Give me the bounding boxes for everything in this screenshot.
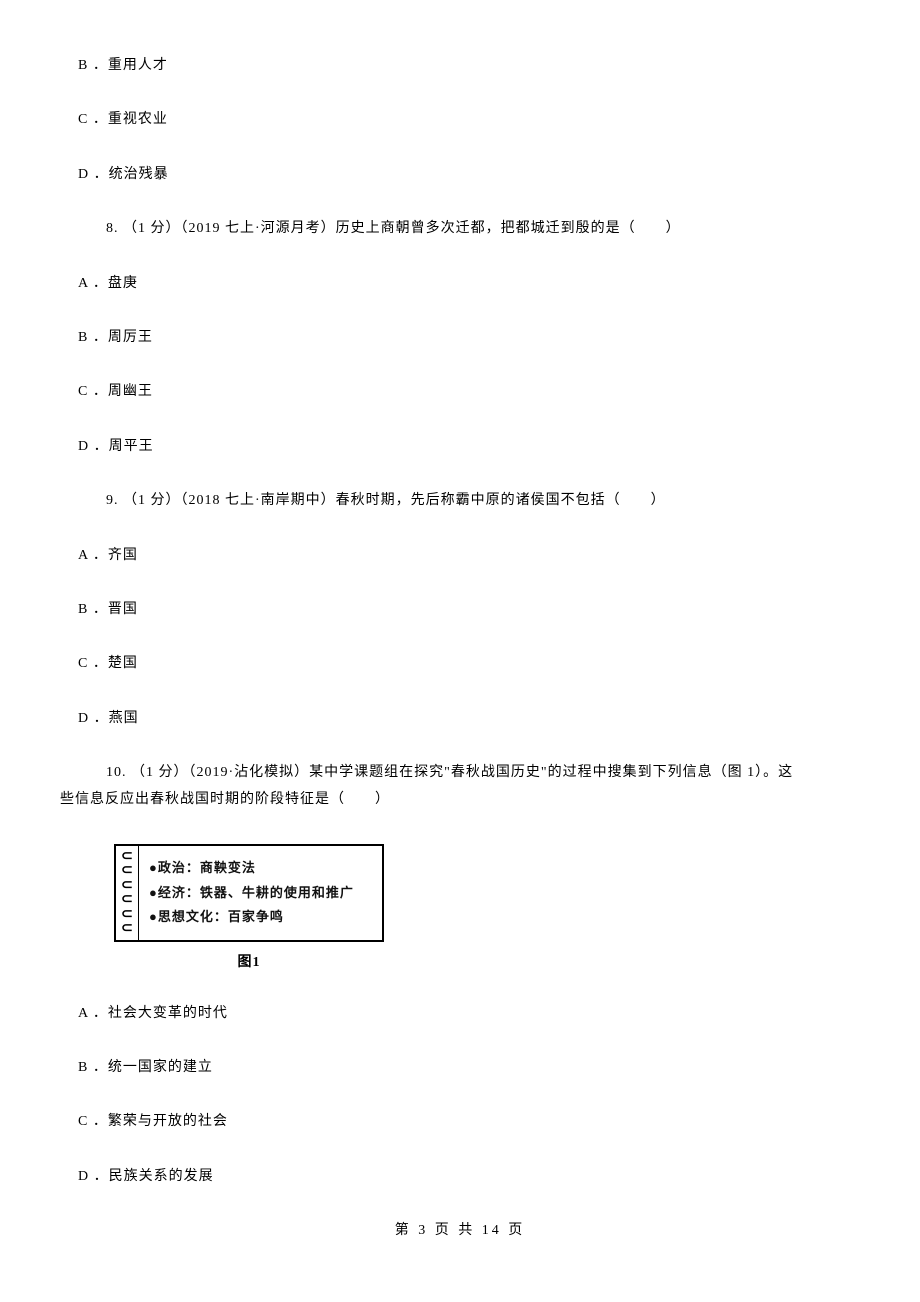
q8-option-d: D ．周平王 xyxy=(60,436,860,458)
q7-option-b: B ．重用人才 xyxy=(60,55,860,77)
notebook-content: ●政治：商鞅变法 ●经济：铁器、牛耕的使用和推广 ●思想文化：百家争鸣 xyxy=(139,846,382,940)
q9-option-c: C ．楚国 xyxy=(60,653,860,675)
ring-icon: ⊂ xyxy=(116,864,138,878)
q8-option-c: C ．周幽王 xyxy=(60,381,860,403)
q8-text: 8. （1 分）（2019 七上·河源月考）历史上商朝曾多次迁都，把都城迁到殷的… xyxy=(60,218,860,240)
q8-option-a: A ．盘庚 xyxy=(60,273,860,295)
ring-icon: ⊂ xyxy=(116,850,138,864)
figure-caption: 图1 xyxy=(114,952,384,974)
q10-text-line1: 10. （1 分）（2019·沾化模拟）某中学课题组在探究"春秋战国历史"的过程… xyxy=(60,762,860,784)
q10-option-b: B ．统一国家的建立 xyxy=(60,1057,860,1079)
q7-option-d: D ．统治残暴 xyxy=(60,164,860,186)
notebook-line-2: ●经济：铁器、牛耕的使用和推广 xyxy=(149,883,372,904)
q10-option-d: D ．民族关系的发展 xyxy=(60,1166,860,1188)
ring-icon: ⊂ xyxy=(116,908,138,922)
q10-option-c: C ．繁荣与开放的社会 xyxy=(60,1111,860,1133)
q8-option-b: B ．周厉王 xyxy=(60,327,860,349)
notebook-line-3: ●思想文化：百家争鸣 xyxy=(149,907,372,928)
page-content: B ．重用人才 C ．重视农业 D ．统治残暴 8. （1 分）（2019 七上… xyxy=(0,0,920,1273)
ring-icon: ⊂ xyxy=(116,922,138,936)
q10-text-line2: 些信息反应出春秋战国时期的阶段特征是（ ） xyxy=(60,789,860,811)
q9-option-b: B ．晋国 xyxy=(60,599,860,621)
notebook-graphic: ⊂ ⊂ ⊂ ⊂ ⊂ ⊂ ●政治：商鞅变法 ●经济：铁器、牛耕的使用和推广 ●思想… xyxy=(114,844,384,942)
ring-icon: ⊂ xyxy=(116,893,138,907)
page-footer: 第 3 页 共 14 页 xyxy=(60,1220,860,1242)
q7-option-c: C ．重视农业 xyxy=(60,109,860,131)
ring-icon: ⊂ xyxy=(116,879,138,893)
q9-option-d: D ．燕国 xyxy=(60,708,860,730)
notebook-binder: ⊂ ⊂ ⊂ ⊂ ⊂ ⊂ xyxy=(116,846,139,940)
q9-option-a: A ．齐国 xyxy=(60,545,860,567)
q10-option-a: A ．社会大变革的时代 xyxy=(60,1003,860,1025)
q10-figure: ⊂ ⊂ ⊂ ⊂ ⊂ ⊂ ●政治：商鞅变法 ●经济：铁器、牛耕的使用和推广 ●思想… xyxy=(114,844,384,942)
notebook-line-1: ●政治：商鞅变法 xyxy=(149,858,372,879)
q9-text: 9. （1 分）（2018 七上·南岸期中）春秋时期，先后称霸中原的诸侯国不包括… xyxy=(60,490,860,512)
